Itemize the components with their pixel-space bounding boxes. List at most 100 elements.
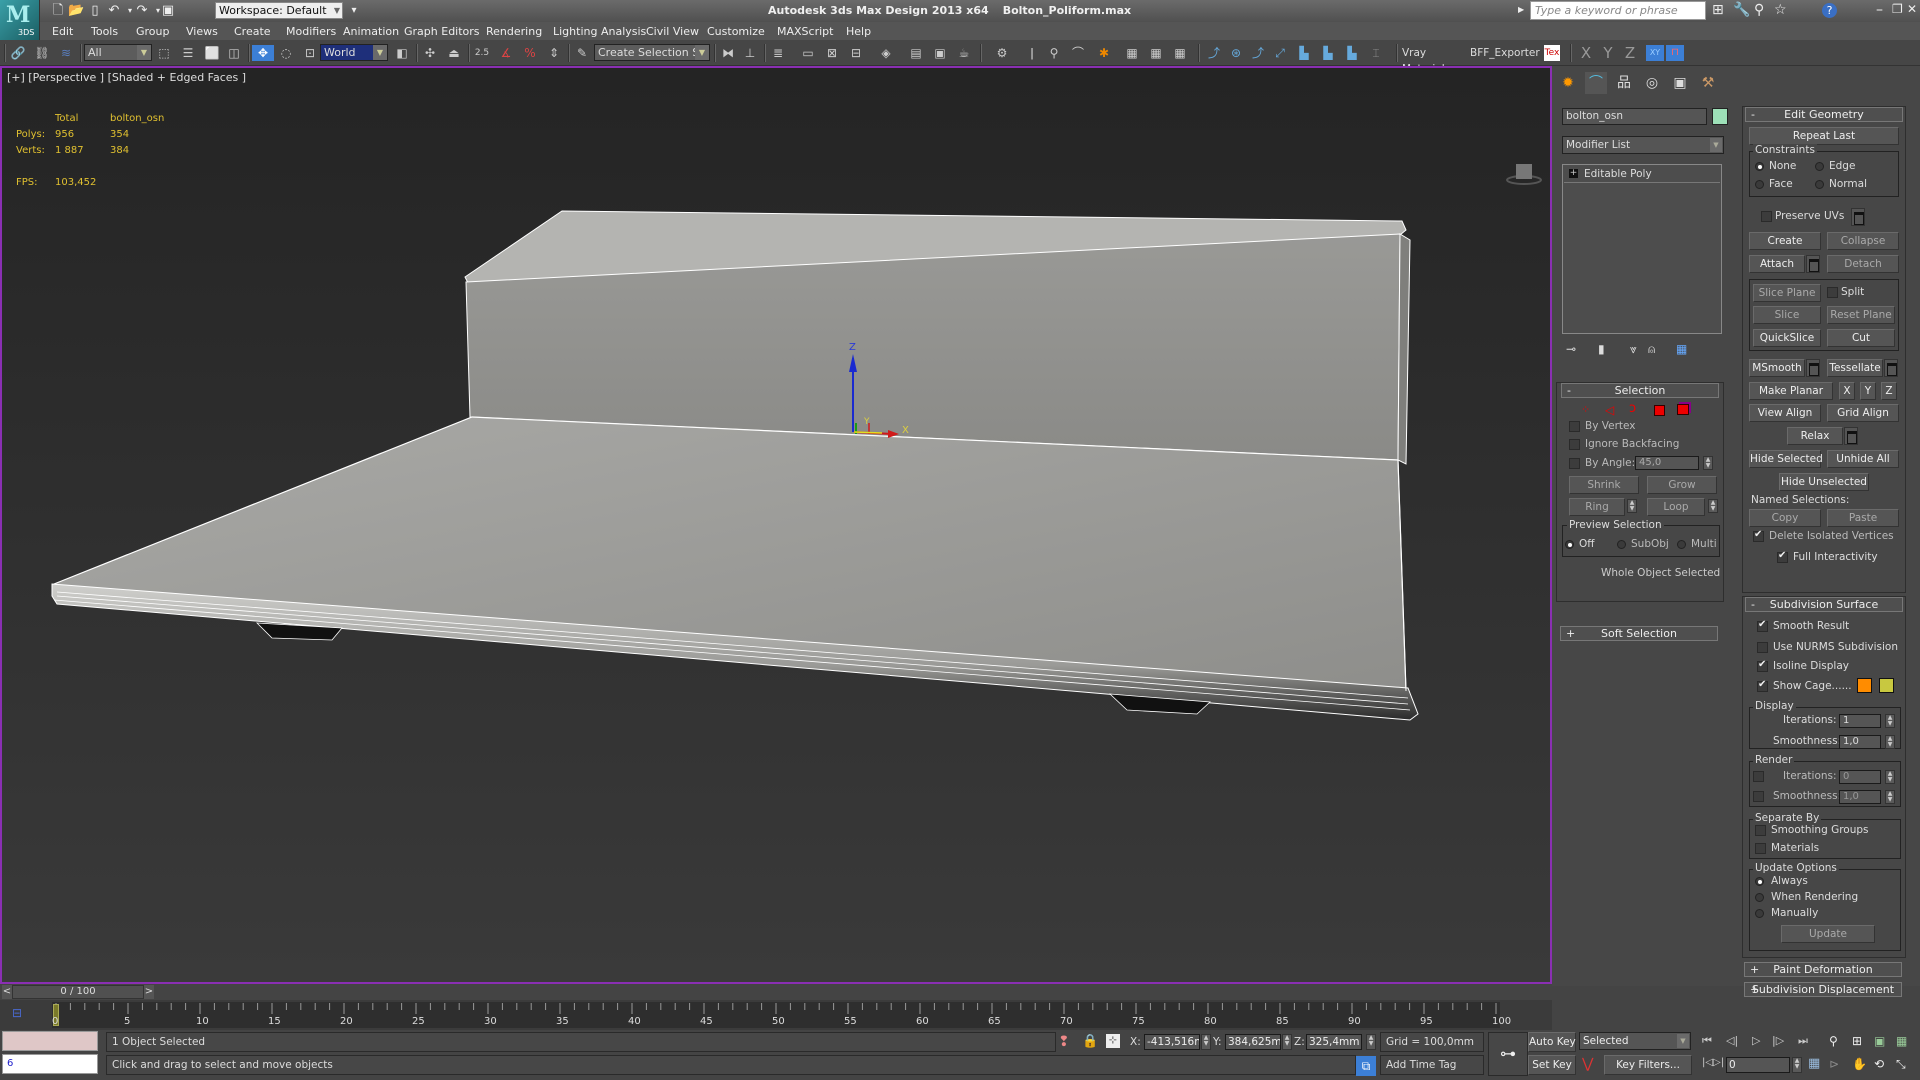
menu-create[interactable]: Create: [234, 25, 271, 38]
constraint-normal-radio[interactable]: [1815, 180, 1824, 189]
open-file-icon[interactable]: 📂: [68, 3, 84, 19]
render-setup-icon[interactable]: ▤: [908, 45, 924, 61]
stack-item-editable-poly[interactable]: + Editable Poly: [1564, 166, 1720, 183]
loop-spinner[interactable]: ▲ ▼: [1708, 499, 1718, 513]
select-and-link-icon[interactable]: 🔗: [10, 45, 26, 61]
render-iterations-checkbox[interactable]: [1753, 771, 1764, 782]
make-unique-icon[interactable]: ⩔: [1630, 342, 1637, 357]
rectangular-selection-region-icon[interactable]: ⬜: [204, 45, 220, 61]
repeat-last-button[interactable]: Repeat Last: [1749, 127, 1899, 145]
time-slider[interactable]: < 0 / 100 >: [0, 984, 1552, 1000]
vray-material-button[interactable]: Vray Material: [1402, 45, 1470, 75]
display-tab-icon[interactable]: ▣: [1669, 72, 1691, 94]
time-configuration-icon[interactable]: ▦: [1808, 1056, 1820, 1071]
split-checkbox[interactable]: [1827, 287, 1838, 298]
project-folder-icon[interactable]: ▣: [160, 3, 176, 19]
script-tool-icon[interactable]: ⤢: [1272, 45, 1288, 61]
menu-maxscript[interactable]: MAXScript: [777, 25, 833, 38]
constraint-none-radio[interactable]: [1755, 162, 1764, 171]
selection-lock-icon[interactable]: 🔒: [1082, 1034, 1098, 1049]
subdivision-displacement-rollout-header[interactable]: + Subdivision Displacement: [1744, 982, 1902, 997]
application-button[interactable]: M 3DS: [0, 0, 40, 40]
by-angle-input[interactable]: 45,0: [1635, 456, 1699, 470]
reset-plane-button[interactable]: Reset Plane: [1827, 306, 1895, 324]
update-button[interactable]: Update: [1781, 925, 1875, 943]
full-interactivity-checkbox[interactable]: [1777, 550, 1788, 563]
remove-modifier-icon[interactable]: ⍝: [1648, 342, 1655, 357]
maxscript-listener-pink[interactable]: [2, 1031, 98, 1051]
modifier-list-dropdown[interactable]: Modifier List ▼: [1562, 136, 1724, 154]
keyboard-shortcut-override-icon[interactable]: ⏏: [446, 45, 462, 61]
detach-button[interactable]: Detach: [1827, 255, 1899, 273]
by-vertex-checkbox[interactable]: [1569, 421, 1580, 432]
menu-modifiers[interactable]: Modifiers: [286, 25, 336, 38]
field-of-view-icon[interactable]: ⊳: [1829, 1057, 1839, 1071]
auto-key-button[interactable]: Auto Key: [1528, 1032, 1576, 1052]
set-key-button[interactable]: Set Key: [1528, 1055, 1576, 1075]
redo-icon[interactable]: ↷: [134, 3, 150, 19]
smoothing-groups-checkbox[interactable]: [1755, 825, 1766, 836]
select-and-move-icon[interactable]: ✥: [252, 45, 274, 61]
attach-list-button[interactable]: [1806, 255, 1820, 273]
use-pivot-center-icon[interactable]: ◧: [394, 45, 410, 61]
communication-center-icon[interactable]: ⚲: [1754, 2, 1764, 18]
menu-edit[interactable]: Edit: [52, 25, 73, 38]
percent-snap-icon[interactable]: %: [522, 45, 538, 61]
menu-civil-view[interactable]: Civil View: [646, 25, 699, 38]
subdivision-surface-rollout-header[interactable]: - Subdivision Surface: [1745, 597, 1903, 612]
curve-editor-icon[interactable]: ⊠: [824, 45, 840, 61]
menu-customize[interactable]: Customize: [707, 25, 765, 38]
restrict-xy-plane-button[interactable]: XY: [1646, 45, 1664, 61]
use-nurms-checkbox[interactable]: [1757, 642, 1768, 653]
maximize-viewport-toggle-icon[interactable]: ⤡: [1896, 1057, 1906, 1072]
render-smoothness-input[interactable]: 1,0: [1839, 790, 1881, 804]
show-cage-checkbox[interactable]: [1757, 679, 1768, 692]
select-by-name-icon[interactable]: ☰: [180, 45, 196, 61]
restore-icon[interactable]: ❐: [1892, 2, 1903, 16]
expand-search-icon[interactable]: ▶: [1518, 5, 1524, 14]
collapse-button[interactable]: Collapse: [1827, 232, 1899, 250]
workspace-dropdown[interactable]: Workspace: Default ▼: [215, 2, 343, 19]
utilities-tab-icon[interactable]: ⚒: [1697, 72, 1719, 94]
tessellate-button[interactable]: Tessellate: [1827, 359, 1883, 377]
spinner-snap-icon[interactable]: ⇕: [546, 45, 562, 61]
subscription-center-icon[interactable]: 🔧: [1733, 2, 1750, 18]
relax-button[interactable]: Relax: [1787, 427, 1843, 445]
unlink-selection-icon[interactable]: ⛓: [34, 45, 50, 61]
render-iterations-input[interactable]: 0: [1839, 770, 1881, 784]
favorites-star-icon[interactable]: ☆: [1774, 2, 1787, 18]
x-coordinate-input[interactable]: -413,516m: [1144, 1034, 1200, 1050]
tessellate-settings-button[interactable]: [1884, 359, 1898, 377]
edit-geometry-rollout-header[interactable]: - Edit Geometry: [1745, 107, 1903, 122]
restrict-plane-cycle-button[interactable]: ⊓: [1666, 45, 1684, 61]
edge-mode-icon[interactable]: ◁: [1605, 403, 1614, 417]
key-mode-dropdown[interactable]: Selected ▼: [1579, 1032, 1691, 1050]
named-selection-sets-dropdown[interactable]: Create Selection Se ▼: [594, 44, 710, 61]
soft-selection-rollout-header[interactable]: + Soft Selection: [1560, 626, 1718, 641]
menu-help[interactable]: Help: [846, 25, 871, 38]
paint-deformation-rollout-header[interactable]: + Paint Deformation: [1744, 962, 1902, 977]
play-icon[interactable]: ▷: [1752, 1034, 1760, 1047]
render-production-icon[interactable]: ☕: [956, 45, 972, 61]
default-tangents-icon[interactable]: ⋁: [1582, 1056, 1593, 1072]
quickslice-button[interactable]: QuickSlice: [1753, 329, 1821, 347]
snaps-toggle-icon[interactable]: 2.5: [474, 45, 490, 61]
ring-spinner[interactable]: ▲ ▼: [1627, 499, 1637, 513]
undo-icon[interactable]: ↶: [106, 3, 122, 19]
unhide-all-button[interactable]: Unhide All: [1827, 450, 1899, 468]
display-iterations-spinner[interactable]: ▲ ▼: [1885, 714, 1895, 728]
render-iterations-spinner[interactable]: ▲ ▼: [1885, 770, 1895, 784]
schematic-view-icon[interactable]: ⊟: [848, 45, 864, 61]
hide-selected-button[interactable]: Hide Selected: [1749, 450, 1823, 468]
preview-subobj-radio[interactable]: [1617, 540, 1626, 549]
element-mode-icon[interactable]: [1677, 404, 1689, 415]
attach-button[interactable]: Attach: [1749, 255, 1805, 273]
msmooth-settings-button[interactable]: [1806, 359, 1820, 377]
align-icon[interactable]: ⊥: [742, 45, 758, 61]
menu-views[interactable]: Views: [186, 25, 218, 38]
make-planar-button[interactable]: Make Planar: [1749, 382, 1833, 400]
script-tool-icon[interactable]: ▙: [1296, 45, 1312, 61]
time-tag-icon[interactable]: ⧉: [1356, 1056, 1376, 1076]
select-object-icon[interactable]: ⬚: [156, 45, 172, 61]
plugin-tool-icon[interactable]: ǀ: [1024, 45, 1040, 61]
